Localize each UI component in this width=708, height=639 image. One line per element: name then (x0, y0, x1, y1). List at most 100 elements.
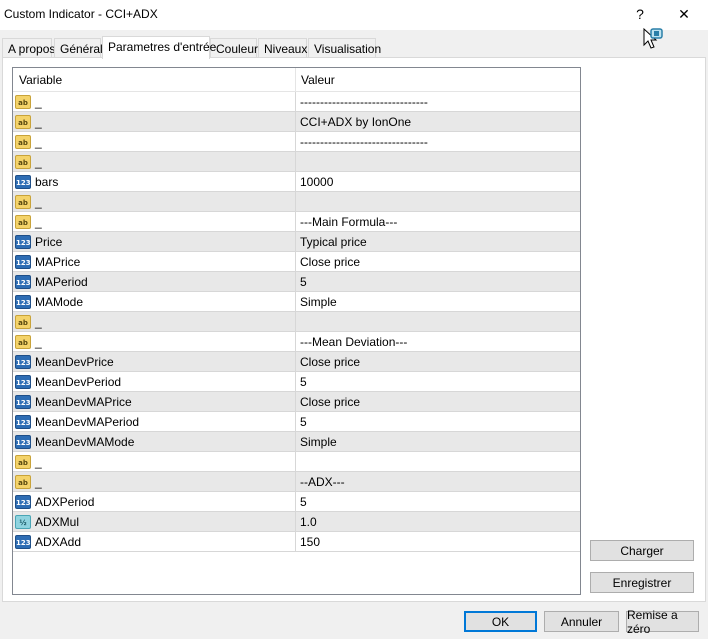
value-cell[interactable]: 1.0 (296, 512, 580, 531)
string-type-icon: ab (15, 114, 31, 129)
variable-cell[interactable]: 123 MAPeriod (13, 272, 296, 291)
table-row[interactable]: ab _ CCI+ADX by IonOne (13, 112, 580, 132)
variable-name: _ (35, 314, 42, 329)
variable-name: ADXAdd (35, 534, 82, 549)
table-row[interactable]: 123 Price Typical price (13, 232, 580, 252)
variable-name: MAPeriod (35, 274, 88, 289)
table-row[interactable]: 123 MeanDevMAPeriod 5 (13, 412, 580, 432)
variable-name: _ (35, 334, 42, 349)
table-row[interactable]: 123 MeanDevMAMode Simple (13, 432, 580, 452)
tab-niveaux[interactable]: Niveaux (258, 38, 307, 58)
table-row[interactable]: ab _ ---Mean Deviation--- (13, 332, 580, 352)
value-cell[interactable]: Typical price (296, 232, 580, 251)
help-button[interactable]: ? (622, 0, 658, 28)
save-button[interactable]: Enregistrer (590, 572, 694, 593)
variable-name: MeanDevPeriod (35, 374, 122, 389)
cancel-button[interactable]: Annuler (544, 611, 619, 632)
table-row[interactable]: 123 bars 10000 (13, 172, 580, 192)
load-button[interactable]: Charger (590, 540, 694, 561)
value-cell[interactable]: ---Mean Deviation--- (296, 332, 580, 351)
value-cell[interactable]: Close price (296, 252, 580, 271)
value-cell[interactable] (296, 192, 580, 211)
table-row[interactable]: ab _ (13, 192, 580, 212)
table-row[interactable]: ½ ADXMul 1.0 (13, 512, 580, 532)
value-cell[interactable]: -------------------------------- (296, 132, 580, 151)
table-row[interactable]: 123 MAPeriod 5 (13, 272, 580, 292)
table-row[interactable]: ab _ -------------------------------- (13, 132, 580, 152)
title-bar: Custom Indicator - CCI+ADX ? ✕ (0, 0, 708, 30)
value-cell[interactable]: -------------------------------- (296, 92, 580, 111)
variable-cell[interactable]: ab _ (13, 92, 296, 111)
table-row[interactable]: 123 MeanDevPrice Close price (13, 352, 580, 372)
tab-parametres-entree[interactable]: Parametres d'entrée (102, 36, 216, 59)
table-row[interactable]: 123 MeanDevMAPrice Close price (13, 392, 580, 412)
string-type-icon: ab (15, 94, 31, 109)
table-row[interactable]: ab _ (13, 452, 580, 472)
table-row[interactable]: 123 ADXAdd 150 (13, 532, 580, 552)
variable-cell[interactable]: 123 MeanDevPrice (13, 352, 296, 371)
value-cell[interactable]: Close price (296, 392, 580, 411)
variable-cell[interactable]: 123 ADXPeriod (13, 492, 296, 511)
variable-cell[interactable]: ab _ (13, 312, 296, 331)
reset-button[interactable]: Remise a zéro (626, 608, 699, 636)
close-button[interactable]: ✕ (666, 0, 702, 28)
variable-cell[interactable]: 123 MAMode (13, 292, 296, 311)
variable-cell[interactable]: 123 Price (13, 232, 296, 251)
table-row[interactable]: ab _ (13, 152, 580, 172)
value-cell[interactable]: 5 (296, 412, 580, 431)
mouse-cursor-icon (643, 27, 663, 49)
variable-cell[interactable]: ab _ (13, 132, 296, 151)
tab-couleur[interactable]: Couleur (210, 38, 258, 58)
value-cell[interactable]: --ADX--- (296, 472, 580, 491)
value-cell[interactable] (296, 152, 580, 171)
variable-cell[interactable]: ab _ (13, 212, 296, 231)
value-cell[interactable]: CCI+ADX by IonOne (296, 112, 580, 131)
variable-cell[interactable]: ab _ (13, 192, 296, 211)
tab-general[interactable]: Général (54, 38, 103, 58)
value-cell[interactable]: 150 (296, 532, 580, 551)
value-cell[interactable]: 5 (296, 372, 580, 391)
ok-button[interactable]: OK (464, 611, 537, 632)
variable-name: _ (35, 194, 42, 209)
table-row[interactable]: 123 MeanDevPeriod 5 (13, 372, 580, 392)
variable-cell[interactable]: ab _ (13, 112, 296, 131)
value-cell[interactable]: 10000 (296, 172, 580, 191)
tab-a-propos[interactable]: A propos (2, 38, 55, 58)
value-cell[interactable]: 5 (296, 492, 580, 511)
double-type-icon: ½ (15, 514, 31, 529)
column-header-value[interactable]: Valeur (296, 68, 580, 92)
variable-cell[interactable]: ab _ (13, 452, 296, 471)
variable-cell[interactable]: 123 MeanDevPeriod (13, 372, 296, 391)
value-cell[interactable]: Simple (296, 292, 580, 311)
variable-name: _ (35, 154, 42, 169)
variable-cell[interactable]: ab _ (13, 472, 296, 491)
value-cell[interactable]: Close price (296, 352, 580, 371)
variable-cell[interactable]: 123 bars (13, 172, 296, 191)
variable-cell[interactable]: 123 MAPrice (13, 252, 296, 271)
integer-type-icon: 123 (15, 254, 31, 269)
parameters-table[interactable]: Variable Valeur ab _ ---------------------… (12, 67, 581, 595)
variable-cell[interactable]: 123 ADXAdd (13, 532, 296, 551)
table-row[interactable]: ab _ --ADX--- (13, 472, 580, 492)
variable-cell[interactable]: 123 MeanDevMAPrice (13, 392, 296, 411)
table-row[interactable]: 123 MAMode Simple (13, 292, 580, 312)
table-row[interactable]: 123 ADXPeriod 5 (13, 492, 580, 512)
table-row[interactable]: ab _ (13, 312, 580, 332)
variable-cell[interactable]: 123 MeanDevMAPeriod (13, 412, 296, 431)
value-cell[interactable]: ---Main Formula--- (296, 212, 580, 231)
variable-cell[interactable]: ab _ (13, 152, 296, 171)
table-body: ab _ -------------------------------- ab _ CC… (13, 92, 580, 552)
variable-cell[interactable]: ab _ (13, 332, 296, 351)
column-header-variable[interactable]: Variable (13, 68, 296, 92)
tab-visualisation[interactable]: Visualisation (308, 38, 381, 58)
table-row[interactable]: ab _ ---Main Formula--- (13, 212, 580, 232)
integer-type-icon: 123 (15, 294, 31, 309)
table-row[interactable]: ab _ -------------------------------- (13, 92, 580, 112)
value-cell[interactable]: 5 (296, 272, 580, 291)
value-cell[interactable] (296, 312, 580, 331)
value-cell[interactable] (296, 452, 580, 471)
value-cell[interactable]: Simple (296, 432, 580, 451)
variable-cell[interactable]: ½ ADXMul (13, 512, 296, 531)
table-row[interactable]: 123 MAPrice Close price (13, 252, 580, 272)
variable-cell[interactable]: 123 MeanDevMAMode (13, 432, 296, 451)
